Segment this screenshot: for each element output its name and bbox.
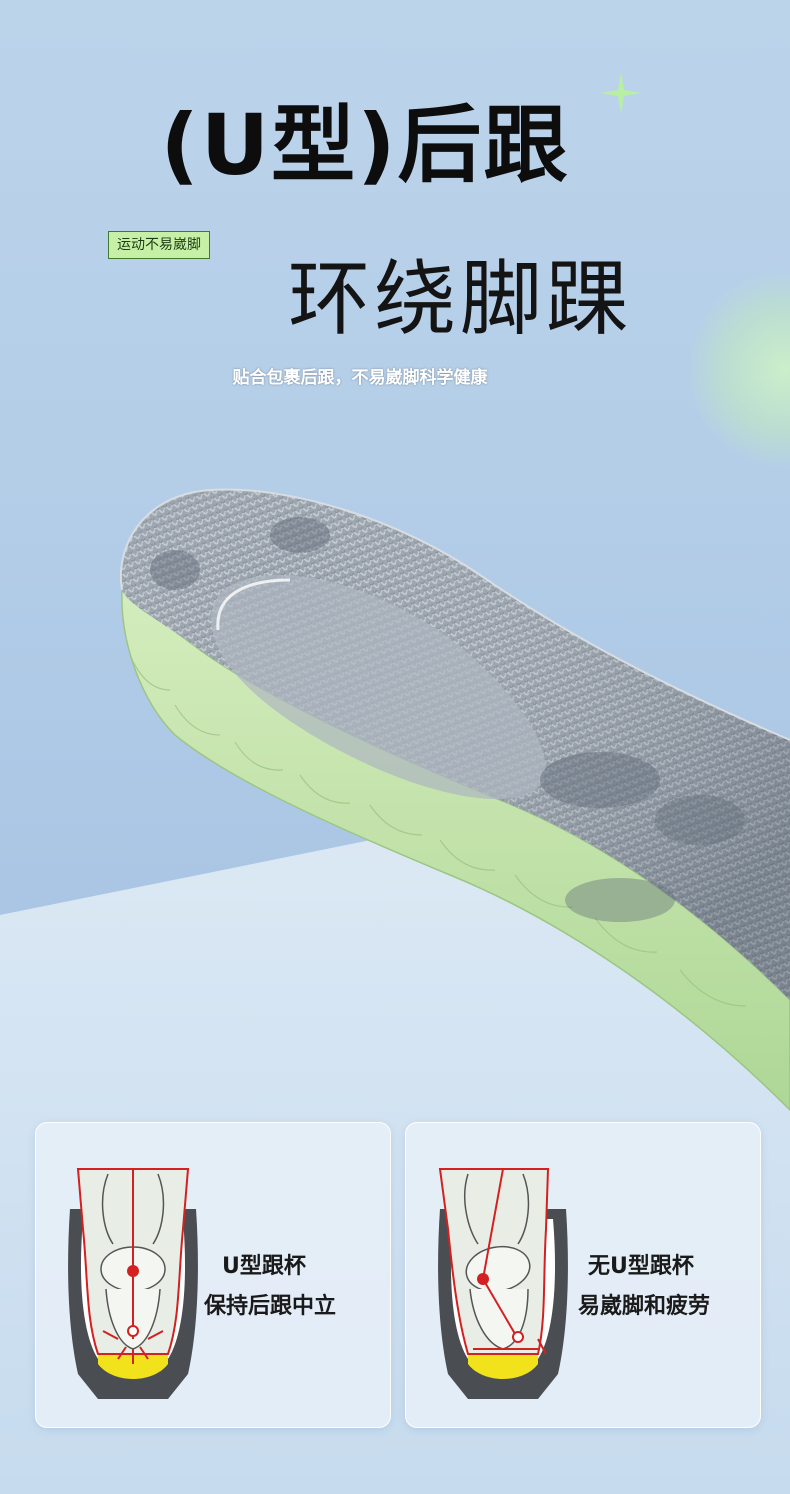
heel-diagram-neutral	[68, 1168, 198, 1399]
card-text-without-u: 无U型跟杯 易崴脚和疲劳	[578, 1247, 710, 1327]
card-line-1: 无U型跟杯	[588, 1254, 694, 1279]
insole-image	[119, 488, 790, 1112]
page-subtitle: 环绕脚踝	[288, 252, 633, 347]
feature-tag: 运动不易崴脚	[108, 231, 210, 259]
feature-description: 贴合包裹后跟，不易崴脚科学健康	[232, 368, 488, 388]
card-line-2: 保持后跟中立	[204, 1294, 337, 1319]
page-title: (U型)后跟	[160, 96, 570, 194]
card-line-2: 易崴脚和疲劳	[578, 1294, 711, 1319]
card-with-u-heel-cup: U型跟杯 保持后跟中立	[35, 1122, 391, 1428]
heel-diagram-tilted	[438, 1168, 568, 1399]
card-line-1: U型跟杯	[222, 1254, 306, 1279]
product-page: (U型)后跟 运动不易崴脚 环绕脚踝 贴合包裹后跟，不易崴脚科学健康 U型跟杯 …	[0, 0, 790, 1494]
card-without-u-heel-cup: 无U型跟杯 易崴脚和疲劳	[405, 1122, 761, 1428]
card-text-with-u: U型跟杯 保持后跟中立	[204, 1247, 336, 1327]
